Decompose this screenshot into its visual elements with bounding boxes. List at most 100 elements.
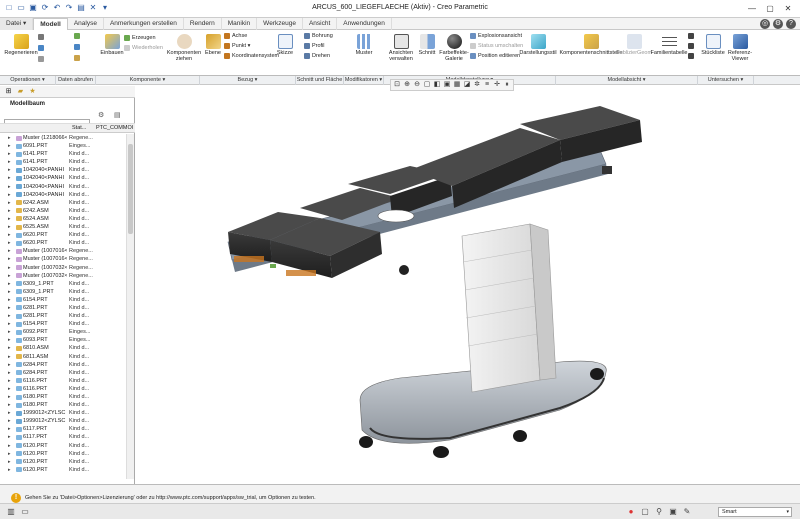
- expand-icon[interactable]: ▸: [8, 142, 11, 150]
- refit-icon[interactable]: ⊡: [393, 81, 401, 89]
- data-icon-1[interactable]: [74, 33, 80, 39]
- tree-row[interactable]: ▸ 6092.PRT Einges...: [0, 328, 126, 336]
- tree-row[interactable]: ▸ 6180.PRT Kind d...: [0, 401, 126, 409]
- spin-center-icon[interactable]: ✛: [493, 81, 501, 89]
- edit-position-button[interactable]: Position editieren: [470, 53, 520, 59]
- data-icon-2[interactable]: [74, 44, 80, 50]
- expand-icon[interactable]: ▸: [8, 450, 11, 458]
- tree-row[interactable]: ▸ Muster (1007016< Regene...: [0, 255, 126, 263]
- model-tree-tab-icon[interactable]: ⊞: [4, 88, 13, 96]
- expand-icon[interactable]: ▸: [8, 174, 11, 182]
- expand-icon[interactable]: ▸: [8, 183, 11, 191]
- group-datum[interactable]: Bezug ▾: [200, 76, 296, 85]
- tree-row[interactable]: ▸ 6116.PRT Kind d...: [0, 377, 126, 385]
- tree-row[interactable]: ▸ 6141.PRT Kind d...: [0, 158, 126, 166]
- explode-button[interactable]: Explosionsansicht: [470, 33, 522, 39]
- tab-model[interactable]: Modell: [33, 18, 68, 30]
- tree-scrollbar[interactable]: [126, 134, 134, 479]
- tree-row[interactable]: ▸ 6309_1.PRT Kind d...: [0, 288, 126, 296]
- tree-row[interactable]: ▸ 1042040<PANHI Kind d...: [0, 191, 126, 199]
- tree-row[interactable]: ▸ 1042040<PANHI Kind d...: [0, 174, 126, 182]
- expand-icon[interactable]: ▸: [8, 328, 11, 336]
- navigator-toggle-icon[interactable]: ▥: [6, 507, 16, 517]
- expand-icon[interactable]: ▸: [8, 425, 11, 433]
- display-style-icon[interactable]: ◧: [433, 81, 441, 89]
- pause-icon[interactable]: ⏸: [503, 81, 511, 89]
- sketch-button[interactable]: Skizze: [276, 34, 294, 56]
- expand-icon[interactable]: ▸: [8, 223, 11, 231]
- bom-button[interactable]: Stückliste: [701, 34, 725, 56]
- expand-icon[interactable]: ▸: [8, 166, 11, 174]
- repeat-button[interactable]: Wiederholen: [124, 45, 163, 51]
- expand-icon[interactable]: ▸: [8, 466, 11, 474]
- expand-icon[interactable]: ▸: [8, 272, 11, 280]
- appearance-gallery-button[interactable]: Farbeffekte-Galerie: [439, 34, 469, 62]
- assemble-button[interactable]: Einbauen: [100, 34, 124, 56]
- create-button[interactable]: Erzeugen: [124, 35, 156, 41]
- publish-geom-button[interactable]: PublizierGeom: [616, 34, 652, 56]
- search-help-icon[interactable]: ◎: [760, 19, 770, 29]
- expand-icon[interactable]: ▸: [8, 231, 11, 239]
- point-button[interactable]: Punkt ▾: [224, 43, 250, 49]
- regenerate-button[interactable]: Regenerieren: [4, 34, 38, 56]
- group-cut-surface[interactable]: Schnitt und Fläche ▾: [296, 76, 344, 92]
- manage-views-button[interactable]: Ansichten verwalten: [388, 34, 414, 62]
- tree-row[interactable]: ▸ 6154.PRT Kind d...: [0, 296, 126, 304]
- datum-display-icon[interactable]: ✲: [473, 81, 481, 89]
- tree-row[interactable]: ▸ 6281.PRT Kind d...: [0, 304, 126, 312]
- tree-row[interactable]: ▸ 6810.ASM Kind d...: [0, 344, 126, 352]
- help-icon[interactable]: ?: [786, 19, 796, 29]
- tree-row[interactable]: ▸ 6093.PRT Einges...: [0, 336, 126, 344]
- status-column-header[interactable]: Stat...: [72, 125, 86, 131]
- folder-tab-icon[interactable]: ▰: [16, 88, 25, 96]
- expand-icon[interactable]: ▸: [8, 320, 11, 328]
- tree-row[interactable]: ▸ Muster (1007032< Regene...: [0, 264, 126, 272]
- tree-row[interactable]: ▸ 6284.PRT Kind d...: [0, 361, 126, 369]
- expand-icon[interactable]: ▸: [8, 385, 11, 393]
- drag-components-button[interactable]: Komponenten ziehen: [167, 34, 201, 62]
- revolve-button[interactable]: Drehen: [304, 53, 330, 59]
- expand-icon[interactable]: ▸: [8, 393, 11, 401]
- tree-row[interactable]: ▸ 6180.PRT Kind d...: [0, 393, 126, 401]
- tree-row[interactable]: ▸ 6281.PRT Kind d...: [0, 312, 126, 320]
- tree-row[interactable]: ▸ 6525.ASM Kind d...: [0, 223, 126, 231]
- tab-applications[interactable]: Anwendungen: [337, 18, 392, 30]
- reference-viewer-button[interactable]: Referenz-Viewer: [726, 34, 754, 62]
- expand-icon[interactable]: ▸: [8, 433, 11, 441]
- expand-icon[interactable]: ▸: [8, 353, 11, 361]
- expand-icon[interactable]: ▸: [8, 239, 11, 247]
- component-interface-button[interactable]: Komponentenschnittstelle: [560, 34, 623, 56]
- expand-icon[interactable]: ▸: [8, 442, 11, 450]
- tree-row[interactable]: ▸ 6309_1.PRT Kind d...: [0, 280, 126, 288]
- expand-icon[interactable]: ▸: [8, 158, 11, 166]
- tab-file[interactable]: Datei ▾: [0, 18, 34, 30]
- group-modifiers[interactable]: Modifikatoren ▾: [344, 76, 384, 85]
- expand-icon[interactable]: ▸: [8, 264, 11, 272]
- browser-toggle-icon[interactable]: ▭: [20, 507, 30, 517]
- expand-icon[interactable]: ▸: [8, 417, 11, 425]
- tree-row[interactable]: ▸ 1042040<PANHI Kind d...: [0, 166, 126, 174]
- expand-icon[interactable]: ▸: [8, 288, 11, 296]
- tree-row[interactable]: ▸ 6116.PRT Kind d...: [0, 385, 126, 393]
- regen-status-icon[interactable]: ▢: [640, 507, 650, 517]
- axis-button[interactable]: Achse: [224, 33, 247, 39]
- tab-tools[interactable]: Werkzeuge: [257, 18, 303, 30]
- tree-row[interactable]: ▸ Muster (1007032< Regene...: [0, 272, 126, 280]
- pattern-button[interactable]: Muster: [353, 34, 375, 56]
- expand-icon[interactable]: ▸: [8, 296, 11, 304]
- tree-row[interactable]: ▸ 6120.PRT Kind d...: [0, 466, 126, 474]
- expand-icon[interactable]: ▸: [8, 247, 11, 255]
- tree-row[interactable]: ▸ Muster (1007016< Regene...: [0, 247, 126, 255]
- select-icon[interactable]: ▣: [668, 507, 678, 517]
- expand-icon[interactable]: ▸: [8, 458, 11, 466]
- settings-icon[interactable]: ⚙: [773, 19, 783, 29]
- expand-icon[interactable]: ▸: [8, 215, 11, 223]
- data-icon-3[interactable]: [74, 55, 80, 61]
- tab-analysis[interactable]: Analyse: [68, 18, 104, 30]
- maximize-button[interactable]: ▢: [764, 3, 776, 14]
- tab-render[interactable]: Rendern: [184, 18, 222, 30]
- plane-button[interactable]: Ebene: [203, 34, 223, 56]
- expand-icon[interactable]: ▸: [8, 134, 11, 142]
- tree-row[interactable]: ▸ 6120.PRT Kind d...: [0, 442, 126, 450]
- record-icon[interactable]: ●: [626, 507, 636, 517]
